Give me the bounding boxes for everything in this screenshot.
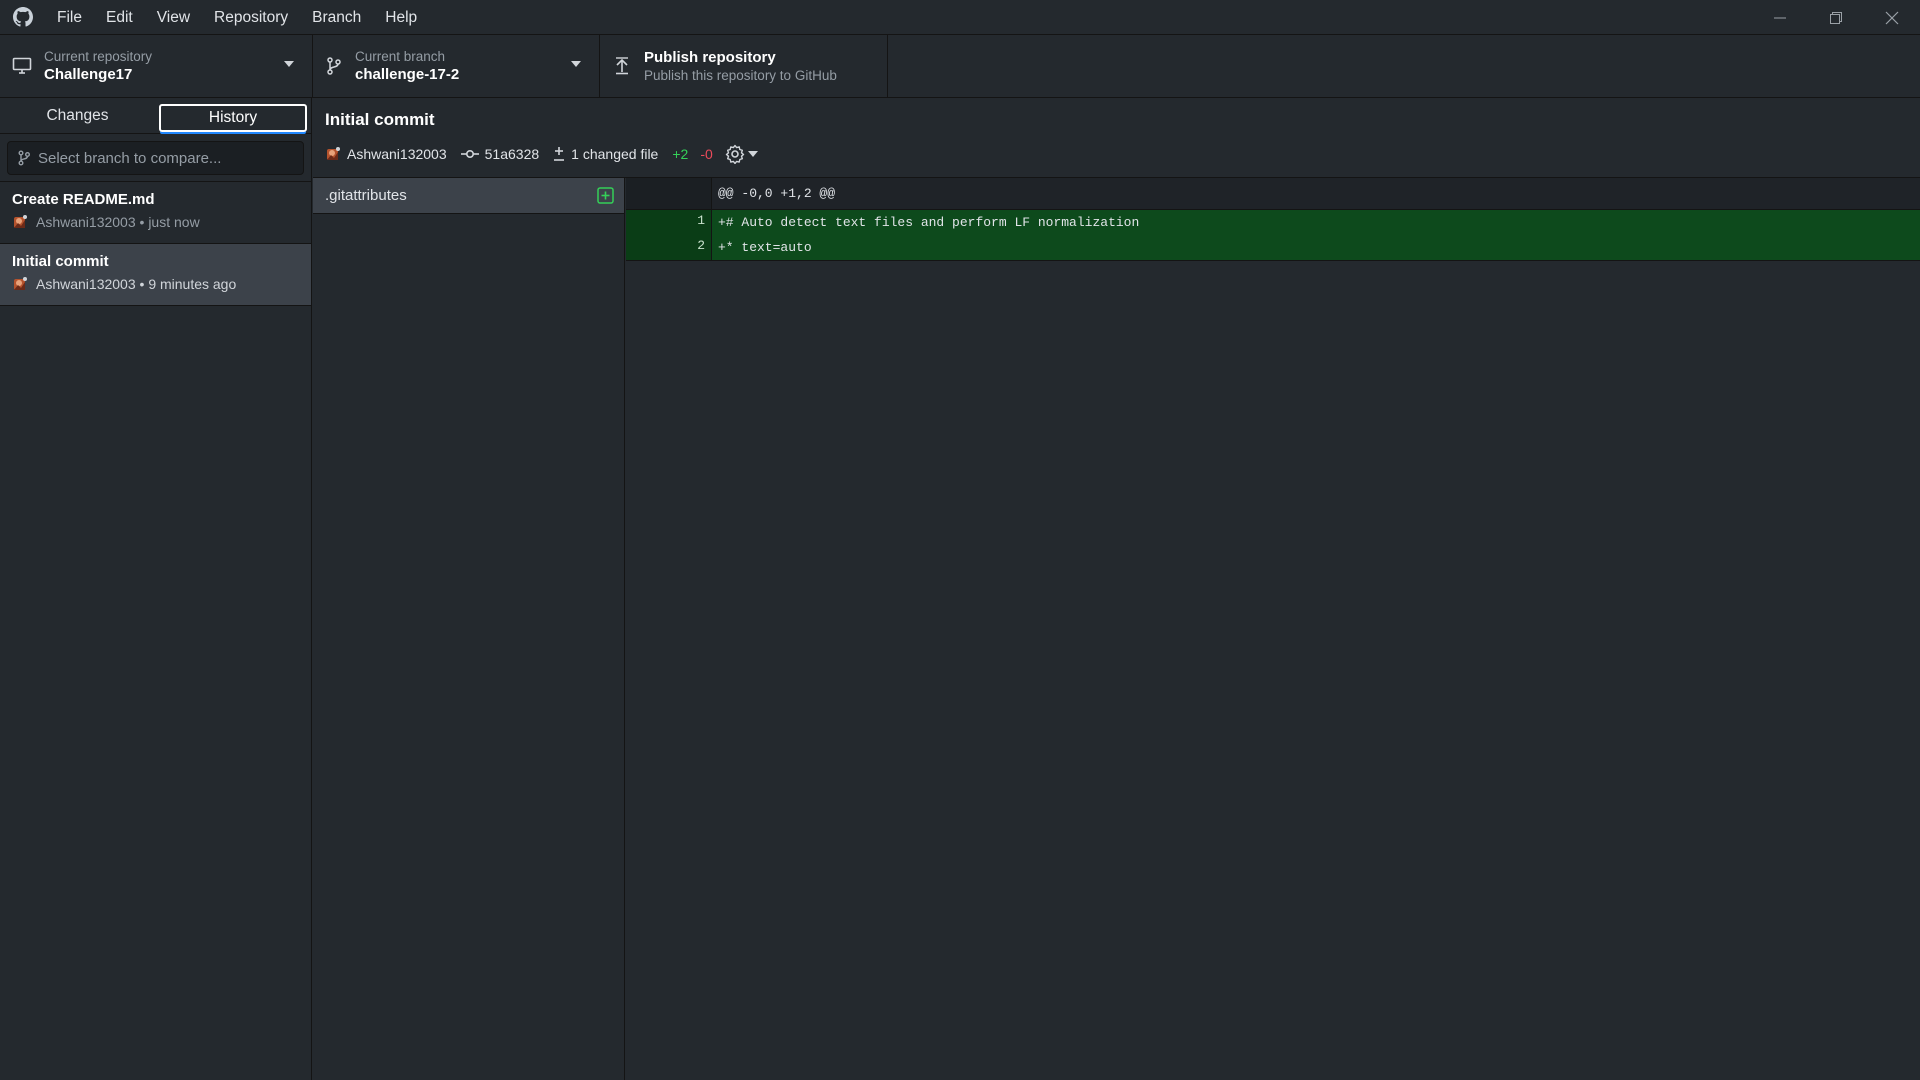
commit-title: Initial commit (12, 253, 109, 270)
branch-icon (313, 57, 355, 75)
commit-meta-text: Ashwani132003 • 9 minutes ago (36, 276, 237, 292)
diff-icon (554, 147, 565, 161)
menu-view[interactable]: View (145, 0, 202, 35)
toolbar: Current repository Challenge17 Current b… (0, 35, 1920, 98)
commit-summary-meta: Ashwani132003 51a6328 1 changed file +2 … (325, 144, 758, 164)
commit-list-item-selected[interactable]: Initial commit Ashwani132003 • 9 minutes… (0, 244, 311, 306)
github-logo-icon (0, 0, 45, 35)
commit-summary-title: Initial commit (325, 110, 435, 129)
restore-button[interactable] (1808, 0, 1864, 35)
diff-line-text: +# Auto detect text files and perform LF… (718, 215, 1140, 230)
sidebar: Changes History Select branch to compare… (0, 98, 312, 1080)
minimize-icon (1774, 17, 1786, 18)
menu-repository[interactable]: Repository (202, 0, 300, 35)
current-branch-name: challenge-17-2 (355, 66, 460, 83)
chevron-down-icon (284, 61, 294, 67)
current-repository-name: Challenge17 (44, 66, 133, 83)
diff-line-text: +* text=auto (718, 240, 812, 255)
close-icon (1885, 11, 1899, 24)
branch-icon (18, 150, 30, 166)
diff-settings-button[interactable] (725, 144, 758, 164)
changed-files-count: 1 changed file (571, 146, 659, 162)
commit-icon (460, 149, 479, 159)
current-branch-button[interactable]: Current branch challenge-17-2 (313, 35, 600, 97)
publish-repository-subtitle: Publish this repository to GitHub (644, 68, 837, 83)
publish-repository-title: Publish repository (644, 49, 776, 66)
line-number: 2 (697, 238, 705, 253)
gear-icon (725, 144, 744, 164)
menu-help[interactable]: Help (373, 0, 429, 35)
avatar (327, 147, 340, 160)
deletions-count: -0 (700, 146, 713, 162)
changed-files-list: .gitattributes (313, 178, 625, 1080)
diff-line-added[interactable]: 1 +# Auto detect text files and perform … (626, 210, 1920, 235)
diff-line-added[interactable]: 2 +* text=auto (626, 235, 1920, 260)
file-name: .gitattributes (325, 187, 407, 204)
minimize-button[interactable] (1752, 0, 1808, 35)
hunk-header-text: @@ -0,0 +1,2 @@ (718, 186, 836, 201)
restore-icon (1830, 11, 1842, 24)
tab-history-label: History (159, 104, 307, 132)
publish-repository-button[interactable]: Publish repository Publish this reposito… (600, 35, 888, 97)
tab-history[interactable]: History (155, 98, 311, 134)
commit-meta-text: Ashwani132003 • just now (36, 214, 200, 230)
diff-view: @@ -0,0 +1,2 @@ 1 +# Auto detect text fi… (626, 178, 1920, 1080)
menu-branch[interactable]: Branch (300, 0, 373, 35)
commit-author: Ashwani132003 (347, 146, 447, 162)
chevron-down-icon (747, 151, 758, 157)
avatar (14, 277, 27, 290)
commit-list-item[interactable]: Create README.md Ashwani132003 • just no… (0, 182, 311, 244)
branch-compare-placeholder: Select branch to compare... (38, 149, 222, 167)
commit-list: Create README.md Ashwani132003 • just no… (0, 181, 311, 306)
line-number: 1 (697, 213, 705, 228)
window-controls (1752, 0, 1920, 35)
menu-bar: File Edit View Repository Branch Help (45, 0, 429, 35)
current-repository-button[interactable]: Current repository Challenge17 (0, 35, 313, 97)
close-button[interactable] (1864, 0, 1920, 35)
commit-summary: Initial commit Ashwani132003 51a6328 1 c… (313, 98, 1920, 178)
commit-sha[interactable]: 51a6328 (485, 146, 540, 162)
menu-edit[interactable]: Edit (94, 0, 145, 35)
title-bar: File Edit View Repository Branch Help (0, 0, 1920, 35)
current-branch-label: Current branch (355, 49, 446, 64)
current-repository-label: Current repository (44, 49, 153, 64)
file-list-item[interactable]: .gitattributes (313, 178, 624, 214)
diff-hunk-header: @@ -0,0 +1,2 @@ (626, 178, 1920, 210)
additions-count: +2 (672, 146, 689, 162)
file-added-icon (597, 187, 614, 204)
branch-compare-input[interactable]: Select branch to compare... (7, 141, 304, 175)
sidebar-tabs: Changes History (0, 98, 311, 134)
commit-title: Create README.md (12, 191, 155, 208)
tab-changes[interactable]: Changes (0, 98, 155, 134)
desktop-icon (0, 57, 44, 75)
menu-file[interactable]: File (45, 0, 94, 35)
upload-icon (600, 57, 644, 75)
chevron-down-icon (571, 61, 581, 67)
avatar (14, 215, 27, 228)
